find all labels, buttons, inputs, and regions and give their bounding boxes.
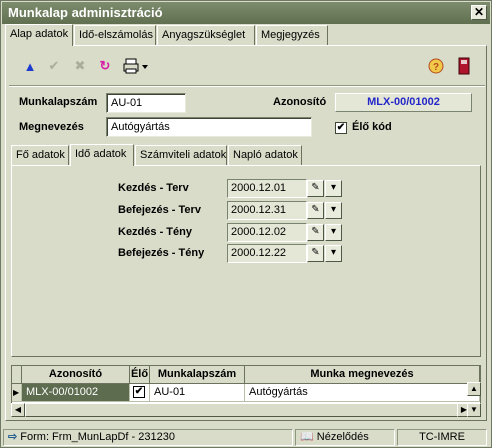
tab-ido-elszamolas[interactable]: Idő-elszámolás [74,25,156,45]
befejezes-terv-label: Befejezés - Terv [118,204,201,216]
pencil-icon[interactable]: ✎ [307,224,324,241]
status-user: TC-IMRE [397,429,487,446]
column-header-azonosito[interactable]: Azonosító [22,366,130,384]
tab-anyagszukseglet[interactable]: Anyagszükséglet [157,25,255,45]
window-title: Munkalap adminisztráció [8,5,163,20]
calendar-icon[interactable]: ▾ [325,202,342,219]
scroll-down-icon[interactable]: ▼ [467,403,481,417]
cell-azonosito[interactable]: MLX-00/01002 [22,384,130,402]
column-header-elo[interactable]: Élő [130,366,150,384]
calendar-icon[interactable]: ▾ [325,180,342,197]
pencil-icon[interactable]: ✎ [307,202,324,219]
megnevezes-label: Megnevezés [19,121,84,133]
book-icon: 📖 [300,431,314,443]
tab-szamviteli-adatok[interactable]: Számviteli adatok [135,145,227,165]
pencil-icon[interactable]: ✎ [307,245,324,262]
up-arrow-icon[interactable]: ▲ [21,57,39,75]
horizontal-scrollbar[interactable]: ◀ ▶ [11,403,471,417]
title-bar: Munkalap adminisztráció ✕ [2,2,490,24]
megnevezes-field[interactable]: Autógyártás [106,117,312,137]
svg-text:?: ? [433,62,439,73]
cell-megnevezes[interactable]: Autógyártás [245,384,480,402]
refresh-icon[interactable]: ↻ [96,57,114,75]
status-bar: ⇨ Form: Frm_MunLapDf - 231230 📖 Nézelődé… [3,427,489,447]
azonosito-value: MLX-00/01002 [335,93,472,112]
kezdes-terv-field[interactable]: 2000.12.01 [227,179,307,198]
scroll-left-icon[interactable]: ◀ [11,403,25,417]
column-header-megnevezes[interactable]: Munka megnevezés [245,366,480,384]
arrow-right-icon: ⇨ [8,431,18,443]
kezdes-teny-label: Kezdés - Tény [118,226,192,238]
befejezes-teny-label: Befejezés - Tény [118,247,205,259]
calendar-icon[interactable]: ▾ [325,245,342,262]
column-header-munkalapszam[interactable]: Munkalapszám [150,366,245,384]
status-form: ⇨ Form: Frm_MunLapDf - 231230 [3,429,293,446]
munkalapszam-field[interactable]: AU-01 [106,93,186,113]
main-window: Munkalap adminisztráció ✕ Alap adatok Id… [0,0,492,448]
kezdes-terv-label: Kezdés - Terv [118,182,189,194]
cell-elo[interactable]: ✔ [130,384,150,402]
tab-alap-adatok[interactable]: Alap adatok [5,24,73,46]
grid-corner [12,366,22,384]
scroll-up-icon[interactable]: ▲ [467,382,481,396]
befejezes-terv-field[interactable]: 2000.12.31 [227,201,307,220]
row-indicator-icon: ▶ [12,384,22,402]
tab-naplo-adatok[interactable]: Napló adatok [228,145,302,165]
scroll-thumb[interactable] [25,403,465,417]
cancel-icon[interactable]: ✖ [71,57,89,75]
elo-kod-checkbox[interactable]: ✔ [335,122,347,134]
toolbar-divider [9,85,485,87]
exit-icon[interactable] [455,57,473,75]
elo-check-icon[interactable]: ✔ [133,386,145,398]
munkalapszam-label: Munkalapszám [19,96,98,108]
elo-kod-label: Élő kód [352,121,392,133]
help-icon[interactable]: ? [427,57,445,75]
kezdes-teny-field[interactable]: 2000.12.02 [227,223,307,242]
status-form-text: Form: Frm_MunLapDf - 231230 [20,431,175,443]
pencil-icon[interactable]: ✎ [307,180,324,197]
calendar-icon[interactable]: ▾ [325,224,342,241]
cell-munkalapszam[interactable]: AU-01 [150,384,245,402]
check-icon[interactable]: ✔ [45,57,63,75]
tab-ido-adatok[interactable]: Idő adatok [70,144,134,166]
befejezes-teny-field[interactable]: 2000.12.22 [227,244,307,263]
tab-megjegyzes[interactable]: Megjegyzés [256,25,328,45]
status-mode: 📖 Nézelődés [295,429,395,446]
close-button[interactable]: ✕ [471,5,487,20]
printer-icon[interactable] [121,57,151,75]
tab-fo-adatok[interactable]: Fő adatok [11,145,69,165]
status-mode-text: Nézelődés [316,431,369,443]
azonosito-label: Azonosító [273,96,327,108]
